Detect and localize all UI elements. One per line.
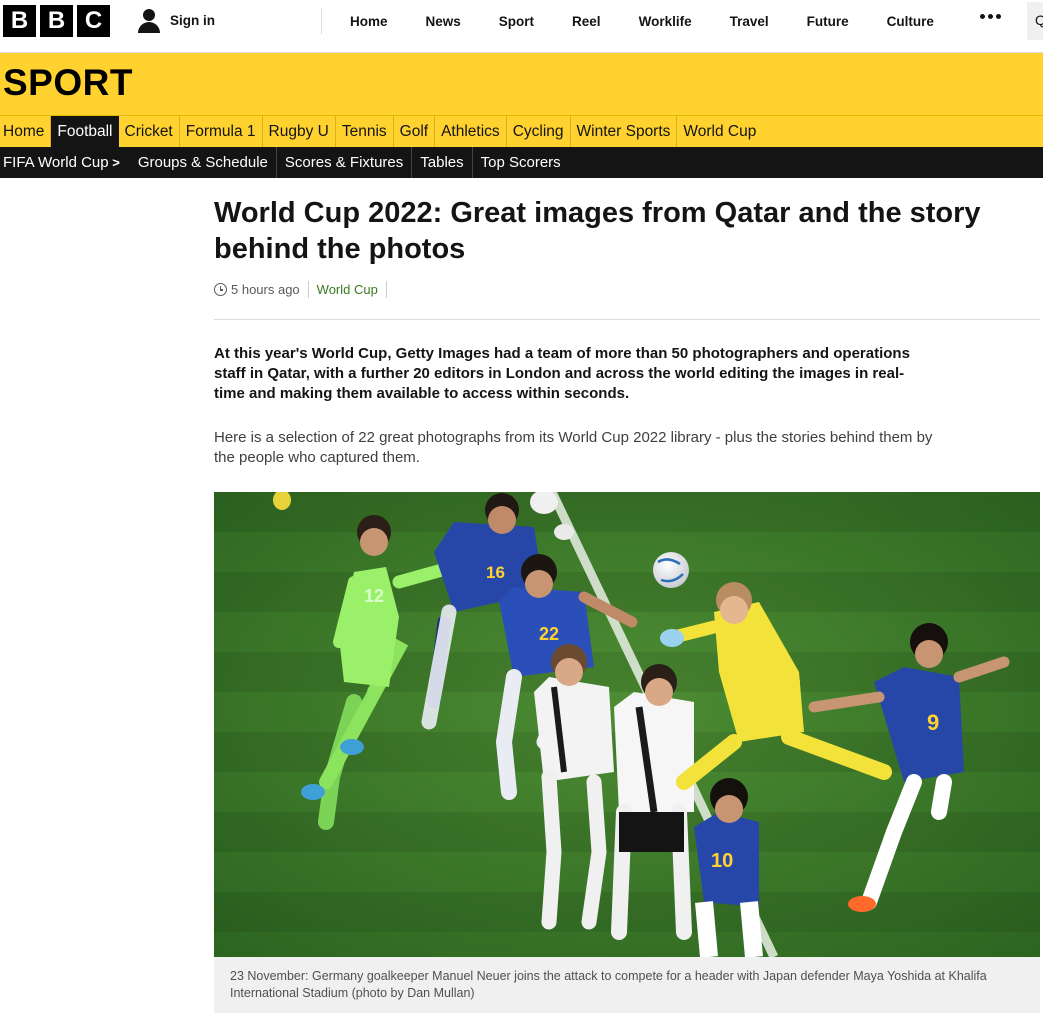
world-cup-sub-nav: FIFA World Cup > Groups & Schedule Score… [0,147,1043,178]
sport-title[interactable]: SPORT [3,62,133,104]
photo-caption: 23 November: Germany goalkeeper Manuel N… [214,957,1040,1013]
sport-nav-football[interactable]: Football [51,116,119,147]
sport-nav-formula-1[interactable]: Formula 1 [180,116,263,147]
article-timestamp: 5 hours ago [231,281,309,298]
sport-nav-cricket[interactable]: Cricket [119,116,180,147]
more-dots-icon[interactable] [980,14,1001,19]
divider [214,319,1040,320]
signin-label: Sign in [170,12,215,28]
football-photo-illustration: 12 16 22 9 10 [214,492,1040,957]
sub-nav-tables[interactable]: Tables [412,147,473,178]
logo-letter-c: C [77,5,110,37]
svg-text:10: 10 [711,850,733,872]
user-icon [136,7,162,33]
search-icon[interactable]: Q [1027,2,1043,40]
top-nav-news[interactable]: News [407,0,480,43]
svg-text:22: 22 [539,624,559,644]
top-nav-travel[interactable]: Travel [711,0,788,43]
top-nav-home[interactable]: Home [331,0,407,43]
article-headline: World Cup 2022: Great images from Qatar … [214,197,981,265]
top-nav: Home News Sport Reel Worklife Travel Fut… [331,0,953,43]
article-meta: 5 hours ago World Cup [214,281,387,298]
logo-letter-b2: B [40,5,73,37]
article-photo: 12 16 22 9 10 [214,492,1040,957]
svg-text:9: 9 [927,710,939,735]
sub-nav-section-label: FIFA World Cup [3,154,109,171]
logo-letter-b1: B [3,5,36,37]
top-nav-worklife[interactable]: Worklife [620,0,711,43]
sport-nav: Home Football Cricket Formula 1 Rugby U … [0,115,1043,147]
article-topic-tag[interactable]: World Cup [309,281,387,298]
top-nav-sport[interactable]: Sport [480,0,553,43]
top-nav-reel[interactable]: Reel [553,0,620,43]
top-nav-future[interactable]: Future [788,0,868,43]
signin-link[interactable]: Sign in [136,7,215,33]
svg-text:16: 16 [486,563,505,582]
top-nav-culture[interactable]: Culture [868,0,953,43]
sub-nav-groups-schedule[interactable]: Groups & Schedule [130,147,277,178]
sport-nav-winter-sports[interactable]: Winter Sports [571,116,678,147]
sub-nav-scores-fixtures[interactable]: Scores & Fixtures [277,147,413,178]
chevron-right-icon: > [108,155,120,170]
sport-banner: SPORT [0,53,1043,115]
masthead: B B C Sign in Home News Sport Reel Workl… [0,0,1043,53]
clock-icon [214,283,227,296]
sport-nav-athletics[interactable]: Athletics [435,116,507,147]
sport-nav-tennis[interactable]: Tennis [336,116,394,147]
sub-nav-section[interactable]: FIFA World Cup > [0,147,130,178]
sport-nav-home[interactable]: Home [0,116,52,147]
nav-divider [321,8,322,34]
sport-nav-world-cup[interactable]: World Cup [677,116,762,147]
football-ball [653,552,689,588]
sport-nav-cycling[interactable]: Cycling [507,116,571,147]
sport-nav-golf[interactable]: Golf [394,116,436,147]
sub-nav-top-scorers[interactable]: Top Scorers [473,147,569,178]
article-intro: At this year's World Cup, Getty Images h… [214,345,910,402]
article-paragraph: Here is a selection of 22 great photogra… [214,429,933,466]
search-glyph: Q [1035,12,1043,28]
sport-nav-rugby-union[interactable]: Rugby U [263,116,336,147]
svg-text:12: 12 [364,586,384,606]
bbc-logo[interactable]: B B C [3,5,110,37]
